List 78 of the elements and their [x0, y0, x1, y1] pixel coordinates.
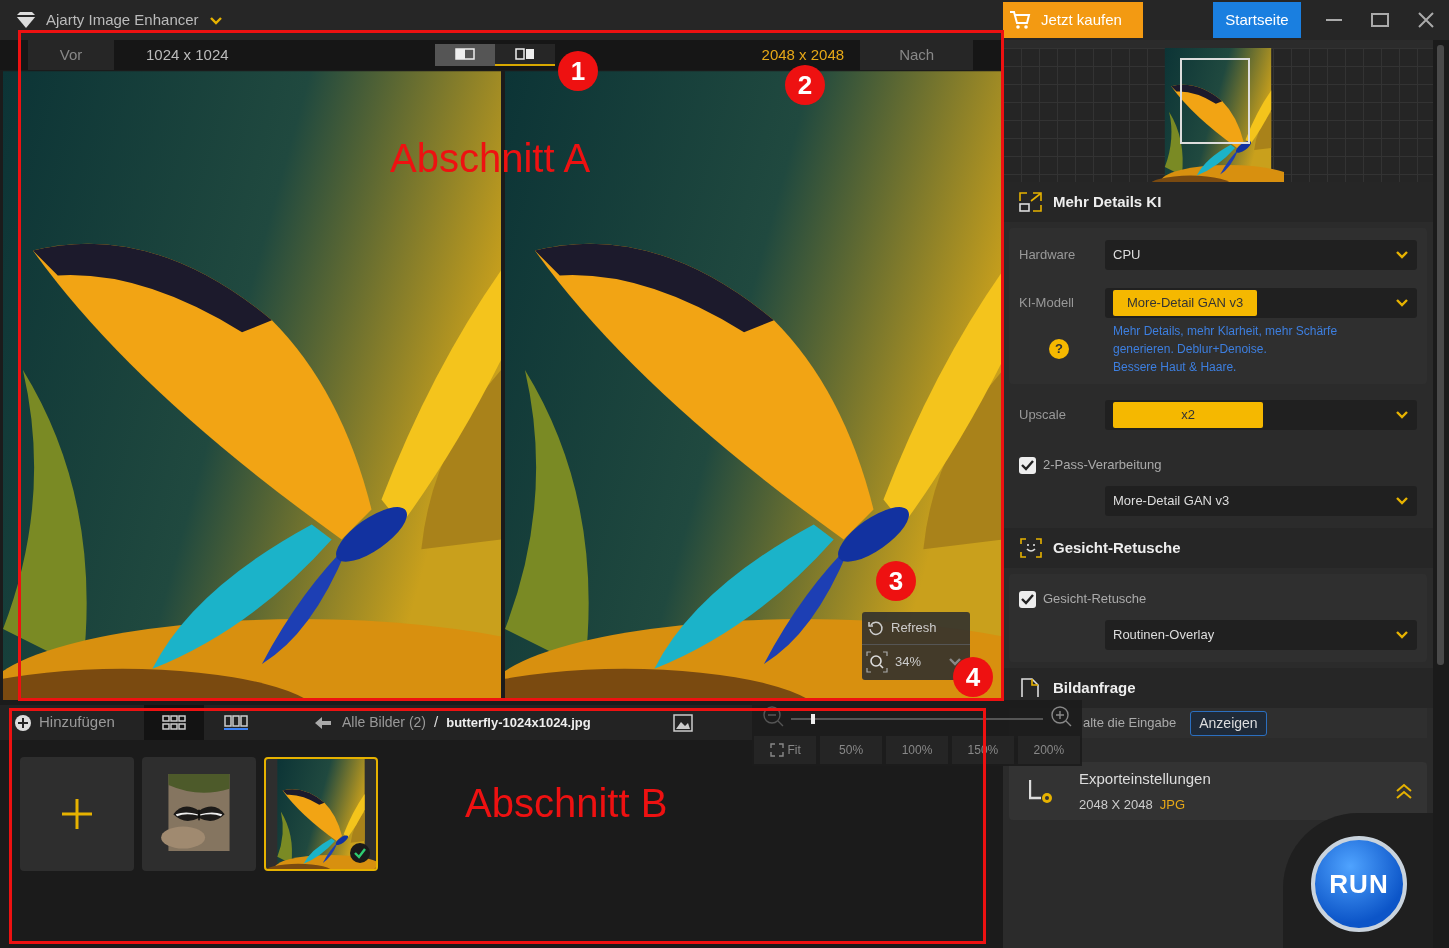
model-description: generieren. Deblur+Denoise.	[1113, 341, 1268, 358]
checkbox[interactable]	[1019, 456, 1036, 474]
window-title: Ajarty Image Enhancer	[46, 9, 199, 30]
model-description: Bessere Haut & Haare.	[1113, 359, 1238, 376]
hardware-select[interactable]: CPU	[1105, 240, 1417, 270]
after-tab[interactable]: Nach	[860, 40, 974, 70]
show-button[interactable]: Anzeigen	[1190, 710, 1267, 736]
model-select[interactable]: More-Detail GAN v3	[1105, 486, 1417, 516]
scrollbar[interactable]	[1437, 45, 1444, 665]
chevron-icon	[1395, 250, 1409, 260]
field-label: Hardware	[1019, 246, 1077, 265]
add-image-tile[interactable]	[20, 757, 134, 871]
plus-circle-icon	[14, 713, 32, 732]
strip-view-icon	[224, 715, 248, 730]
fit-icon	[769, 743, 784, 757]
face-scan-icon	[1019, 537, 1043, 559]
export-settings-panel[interactable]: Exporteinstellungen 2048 X 2048 JPG	[1009, 762, 1427, 820]
checkbox-label: Gesicht-Retusche	[1043, 590, 1147, 609]
before-size: 1024 x 1024	[146, 44, 229, 65]
single-view-icon	[454, 47, 475, 61]
field-label: Upscale	[1019, 406, 1067, 425]
export-format: JPG	[1159, 795, 1186, 814]
zoom-out-icon[interactable]	[762, 705, 784, 727]
export-settings-icon	[1029, 778, 1053, 804]
refresh-icon	[868, 620, 884, 636]
zoom-preset-button[interactable]: 50%	[819, 736, 883, 764]
view-tab[interactable]	[144, 705, 204, 740]
close-icon[interactable]	[1417, 11, 1435, 29]
add-button[interactable]: Hinzufügen	[8, 710, 140, 735]
image-thumbnail[interactable]	[142, 757, 256, 871]
refresh-button[interactable]: Refresh	[891, 618, 937, 638]
zoom-level[interactable]: 34%	[895, 651, 922, 672]
zoom-preset-button[interactable]: 100%	[885, 736, 949, 764]
overlay-select[interactable]: Routinen-Overlay	[1105, 620, 1417, 650]
enlarge-icon	[1019, 191, 1043, 213]
zoom-preset-button[interactable]: Fit	[754, 736, 817, 764]
collapse-icon[interactable]	[1395, 782, 1413, 800]
view-mode-tab[interactable]	[434, 44, 495, 66]
section-title: Bildanfrage	[1053, 677, 1136, 698]
breadcrumb-link[interactable]: Alle Bilder (2)	[342, 712, 427, 733]
checkbox-label: 2-Pass-Verarbeitung	[1043, 456, 1162, 475]
upscale-select[interactable]: x2	[1105, 400, 1417, 430]
export-size: 2048 X 2048	[1079, 795, 1153, 814]
caret-icon	[948, 657, 962, 668]
zoom-icon	[866, 650, 888, 673]
plus-icon	[60, 797, 94, 831]
help-button[interactable]: ?	[1049, 339, 1069, 359]
logo-icon	[14, 10, 38, 30]
chevron-icon	[1395, 496, 1409, 506]
file-name: butterfly-1024x1024.jpg	[446, 713, 591, 732]
home-button[interactable]: Startseite	[1213, 2, 1301, 38]
section-title: Mehr Details KI	[1053, 191, 1162, 212]
zoom-in-icon[interactable]	[1050, 705, 1072, 727]
model-select[interactable]: More-Detail GAN v3	[1105, 288, 1417, 318]
image-icon[interactable]	[672, 713, 693, 732]
field-label: KI-Modell	[1019, 294, 1075, 313]
dropdown-chevron-icon	[208, 15, 223, 26]
split-view-icon	[514, 47, 535, 61]
annotation-label: Abschnitt B	[465, 783, 668, 823]
option-text: alte die Eingabe	[1083, 714, 1177, 733]
export-title: Exporteinstellungen	[1079, 769, 1211, 789]
chevron-icon	[1395, 298, 1409, 308]
before-tab[interactable]: Vor	[28, 40, 114, 70]
zoom-slider-thumb[interactable]	[811, 714, 816, 724]
maximize-icon[interactable]	[1371, 11, 1389, 29]
after-size: 2048 x 2048	[761, 44, 845, 65]
chevron-icon	[1395, 410, 1409, 420]
breadcrumb-separator: /	[434, 712, 439, 733]
zoom-preset-button[interactable]: 200%	[1017, 736, 1081, 764]
checkbox[interactable]	[1019, 590, 1036, 608]
viewport-frame[interactable]	[1180, 58, 1250, 144]
model-description: Mehr Details, mehr Klarheit, mehr Schärfe	[1113, 323, 1338, 340]
section-title: Gesicht-Retusche	[1053, 537, 1181, 558]
grid-view-icon	[162, 715, 186, 730]
back-arrow-icon[interactable]	[314, 715, 332, 730]
cart-icon	[1009, 10, 1031, 30]
view-mode-tab[interactable]	[494, 44, 555, 66]
chevron-icon	[1395, 630, 1409, 640]
